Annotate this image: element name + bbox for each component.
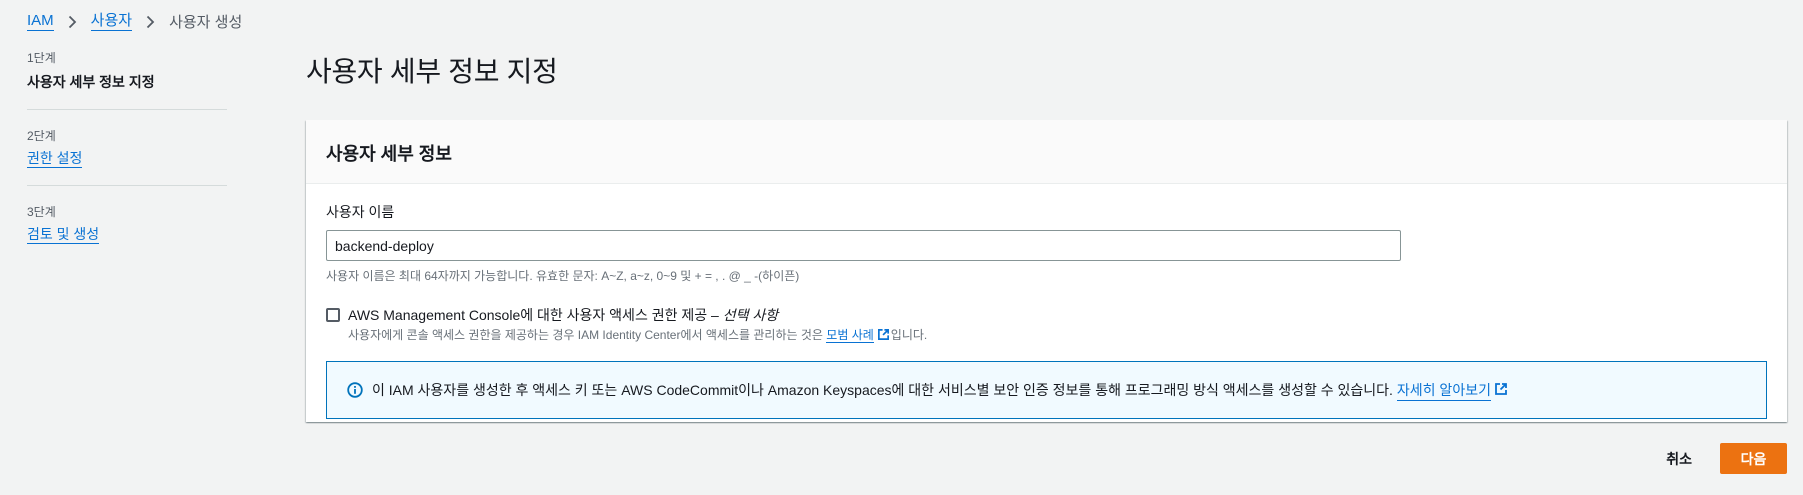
step-number: 2단계 [27,129,56,143]
info-text: 이 IAM 사용자를 생성한 후 액세스 키 또는 AWS CodeCommit… [372,382,1393,398]
info-icon [347,382,363,398]
user-details-container: 사용자 세부 정보 사용자 이름 사용자 이름은 최대 64자까지 가능합니다.… [306,120,1787,422]
step-label-current: 사용자 세부 정보 지정 [27,74,155,90]
step-number: 1단계 [27,51,56,65]
console-access-option: AWS Management Console에 대한 사용자 액세스 권한 제공… [326,306,1767,344]
step-1: 1단계 사용자 세부 정보 지정 [27,50,227,110]
wizard-steps: 1단계 사용자 세부 정보 지정 2단계 권한 설정 3단계 검토 및 생성 [27,50,227,279]
learn-more-link[interactable]: 자세히 알아보기 [1396,380,1491,401]
console-access-description: 사용자에게 콘솔 액세스 권한을 제공하는 경우 IAM Identity Ce… [348,328,928,344]
step-2: 2단계 권한 설정 [27,128,227,186]
console-access-checkbox[interactable] [326,308,340,322]
console-access-label[interactable]: AWS Management Console에 대한 사용자 액세스 권한 제공… [348,306,927,324]
container-header: 사용자 세부 정보 [306,120,1787,184]
username-constraint: 사용자 이름은 최대 64자까지 가능합니다. 유효한 문자: A~Z, a~z… [326,269,800,283]
page-title: 사용자 세부 정보 지정 [306,56,558,87]
username-label: 사용자 이름 [326,204,395,220]
username-input[interactable] [326,230,1401,261]
breadcrumb-current: 사용자 생성 [169,14,243,31]
external-link-icon[interactable] [1494,382,1508,399]
breadcrumb-users[interactable]: 사용자 [90,12,133,31]
step-3: 3단계 검토 및 생성 [27,204,227,261]
step-number: 3단계 [27,205,56,219]
step-link-permissions[interactable]: 권한 설정 [27,150,83,168]
chevron-right-icon [146,15,155,29]
breadcrumb: IAM 사용자 사용자 생성 [27,11,242,32]
cancel-button[interactable]: 취소 [1666,449,1692,469]
next-button[interactable]: 다음 [1720,443,1787,474]
breadcrumb-iam[interactable]: IAM [27,12,54,31]
external-link-icon[interactable] [877,328,890,344]
optional-label: 선택 사항 [722,307,779,323]
step-link-review[interactable]: 검토 및 생성 [27,226,100,244]
best-practice-link[interactable]: 모범 사례 [826,328,874,343]
info-alert: 이 IAM 사용자를 생성한 후 액세스 키 또는 AWS CodeCommit… [326,361,1767,419]
container-body: 사용자 이름 사용자 이름은 최대 64자까지 가능합니다. 유효한 문자: A… [306,184,1787,437]
chevron-right-icon [68,15,77,29]
footer-actions: 취소 다음 [1666,443,1787,474]
